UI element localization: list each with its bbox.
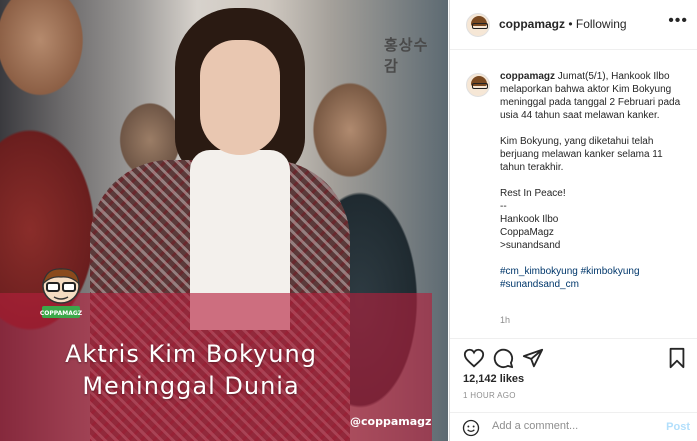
add-comment-bar: Post [450,412,697,441]
caption-username-link[interactable]: coppamagz [500,71,555,82]
caption-paragraph-2: Kim Bokyung, yang diketahui telah berjua… [500,136,663,173]
watermark-text: @coppamagz [350,415,432,428]
header-username-link[interactable]: coppamagz [499,17,565,31]
comment-input[interactable] [492,420,642,432]
caption-title-line2: Meninggal Dunia [82,372,300,400]
post-actions: 12,142 likes 1 HOUR AGO Post [450,338,697,441]
post-caption: coppamagz Jumat(5/1), Hankook Ilbo melap… [500,70,690,304]
emoji-icon[interactable] [462,419,480,437]
caption-time-ago: 1h [500,315,511,325]
caption-divider: -- [500,201,507,212]
more-options-icon[interactable]: ••• [668,12,688,30]
caption-brand: CoppaMagz [500,227,554,238]
likes-count[interactable]: 12,142 likes [463,373,524,385]
post-image[interactable]: 홍상수 감 COPPAMAGZ Aktris Kim Bokyung Menin… [0,0,448,441]
header-user-line: coppamagz • Following [499,17,627,31]
caption-avatar[interactable] [466,73,490,97]
post-timestamp[interactable]: 1 HOUR AGO [463,391,516,400]
share-icon[interactable] [522,347,544,369]
caption-source: Hankook Ilbo [500,214,559,225]
following-button[interactable]: Following [576,17,627,31]
post-comment-button[interactable]: Post [666,421,690,433]
caption-title-line1: Aktris Kim Bokyung [65,340,317,368]
post-sidebar: coppamagz • Following ••• coppamagz Juma… [449,0,697,441]
bookmark-icon[interactable] [666,347,688,369]
mascot-label: COPPAMAGZ [40,310,83,317]
comment-icon[interactable] [492,347,514,369]
coppamagz-mascot-logo: COPPAMAGZ [40,268,83,318]
caption-hashtags[interactable]: #cm_kimbokyung #kimbokyung #sunandsand_c… [500,265,690,291]
caption-author: >sunandsand [500,240,561,251]
heart-icon[interactable] [463,347,485,369]
header-separator: • [565,17,576,31]
avatar[interactable] [466,13,490,37]
caption-rip: Rest In Peace! [500,188,566,199]
post-header: coppamagz • Following ••• [450,0,697,50]
subject-face [200,40,280,155]
poster-credit-text: 홍상수 감 [384,36,429,75]
